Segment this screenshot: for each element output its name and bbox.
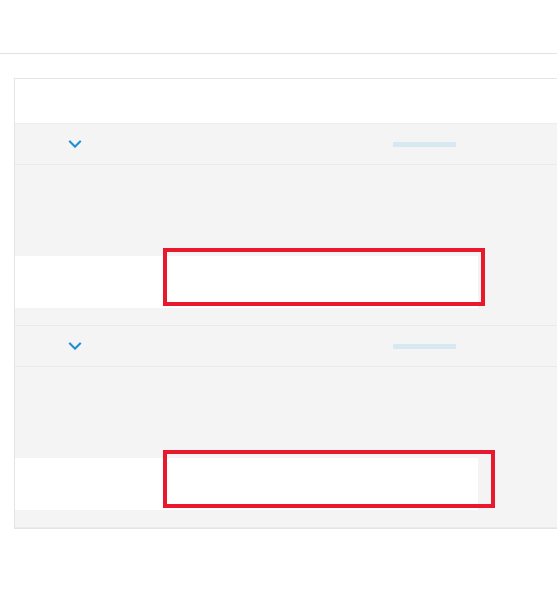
highlight-annotation-box [163, 248, 485, 306]
detail-dateiname [15, 406, 557, 421]
event-row[interactable] [15, 248, 485, 308]
job-detail-panel [15, 165, 557, 326]
chevron-down-icon[interactable] [66, 135, 84, 153]
event-row[interactable] [15, 450, 495, 510]
table-row[interactable] [15, 326, 557, 367]
job-progress-bar [393, 344, 456, 349]
detail-start-zeit [15, 432, 557, 447]
detail-dateiname [15, 204, 557, 219]
job-detail-panel [15, 367, 557, 528]
highlight-annotation-box [163, 450, 495, 508]
table-row[interactable] [15, 124, 557, 165]
header-divider [0, 53, 557, 54]
detail-katalog [15, 380, 557, 395]
detail-katalog [15, 178, 557, 193]
detail-start-zeit [15, 230, 557, 245]
chevron-down-icon[interactable] [66, 337, 84, 355]
jobs-card [14, 78, 557, 529]
job-progress-bar [393, 142, 456, 147]
page-title [0, 0, 557, 9]
table-header-row [15, 79, 557, 124]
